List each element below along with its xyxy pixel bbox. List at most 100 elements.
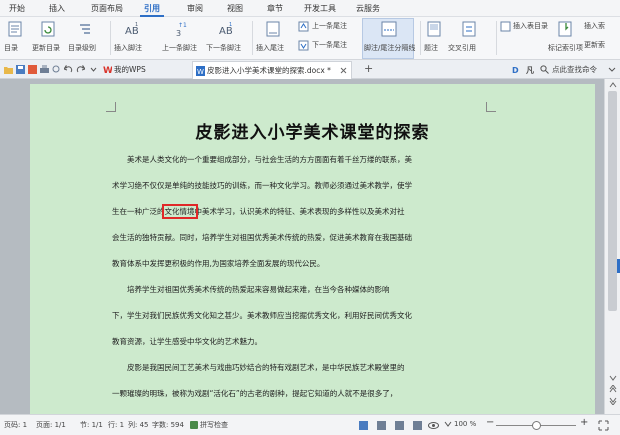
zoom-out-button[interactable]: − [486, 417, 494, 428]
prev-page-icon[interactable] [609, 385, 617, 393]
save-icon[interactable] [16, 65, 25, 74]
zoom-in-button[interactable]: + [580, 417, 588, 428]
paragraph-1: 美术是人类文化的一个重要组成部分，与社会生活的方方面面有着千丝万缕的联系，美 术… [112, 147, 532, 277]
update-toc-button[interactable]: 更新目录 [32, 19, 64, 57]
status-page-count[interactable]: 页面: 1/1 [36, 420, 66, 430]
menu-tab-review[interactable]: 审阅 [184, 2, 206, 15]
scroll-down-icon[interactable] [609, 375, 617, 381]
redo-icon[interactable] [76, 65, 85, 74]
ribbon-separator [252, 21, 253, 55]
page-view-icon[interactable] [376, 420, 387, 431]
document-workspace: 皮影进入小学美术课堂的探索 美术是人类文化的一个重要组成部分，与社会生活的方方面… [0, 79, 620, 414]
document-page[interactable]: 皮影进入小学美术课堂的探索 美术是人类文化的一个重要组成部分，与社会生活的方方面… [30, 84, 595, 414]
close-tab-icon[interactable] [340, 67, 347, 74]
search-dropdown-icon[interactable] [608, 66, 616, 73]
scrollbar-thumb[interactable] [608, 91, 617, 311]
mark-index-entry-label: 标记索引项 [548, 44, 583, 52]
menu-tab-cloud[interactable]: 云服务 [352, 2, 384, 15]
print-preview-icon[interactable] [52, 65, 61, 74]
menu-tab-page-layout[interactable]: 页面布局 [86, 2, 128, 15]
cross-reference-button[interactable]: 交叉引用 [448, 19, 492, 57]
next-footnote-button[interactable]: AB 1 下一条脚注 [206, 19, 246, 57]
page-corner-mark [486, 102, 496, 112]
toc-button[interactable]: 目录 [4, 19, 26, 57]
footnote-separator-button[interactable]: 脚注/尾注分隔线 [362, 18, 415, 59]
full-screen-icon[interactable] [358, 420, 369, 431]
toc-icon [8, 21, 22, 37]
insert-endnote-icon [266, 21, 280, 37]
prev-endnote-label: 上一条尾注 [312, 22, 347, 30]
next-endnote-label: 下一条尾注 [312, 41, 347, 49]
insert-footnote-button[interactable]: AB 1 插入脚注 [114, 19, 150, 57]
svg-text:↑1: ↑1 [178, 22, 187, 29]
tab-my-wps[interactable]: W 我的WPS [100, 61, 190, 79]
toc-level-icon [80, 24, 90, 34]
document-title: 皮影进入小学美术课堂的探索 [195, 123, 430, 143]
svg-text:D: D [512, 66, 519, 74]
paragraph-3: 皮影是我国民间工艺美术与戏曲巧妙结合的特有戏剧艺术，是中华民族艺术殿堂里的 一颗… [112, 355, 532, 407]
insert-index-button[interactable]: 插入索 [584, 20, 620, 34]
wps-logo-icon: W [103, 66, 112, 74]
fit-page-icon[interactable] [598, 420, 609, 431]
wps-writer-window: 开始 插入 页面布局 引用 审阅 视图 章节 开发工具 云服务 目录 更新目录 … [0, 0, 620, 435]
toc-level-label: 目录级别 [68, 44, 96, 52]
zoom-slider-thumb[interactable] [532, 421, 541, 430]
menu-tab-insert[interactable]: 插入 [46, 2, 68, 15]
highlighted-term: 文化情境 [161, 204, 198, 219]
next-page-icon[interactable] [609, 397, 617, 405]
text-line: 美术是人类文化的一个重要组成部分，与社会生活的方方面面有着千丝万缕的联系，美 [112, 155, 412, 164]
tab-document[interactable]: W 皮影进入小学美术课堂的探索.docx * [192, 61, 352, 79]
paragraph-2: 培养学生对祖国优秀美术传统的热爱起来容易做起来难，在当今各种媒体的影响 下，学生… [112, 277, 532, 355]
status-spell-check[interactable]: 拼写检查 [200, 420, 228, 430]
next-endnote-button[interactable]: 下一条尾注 [298, 39, 360, 53]
command-search-input[interactable]: 点此查找命令 [552, 64, 597, 75]
svg-text:3: 3 [176, 29, 181, 37]
status-section: 节: 1/1 [80, 421, 103, 429]
update-index-label: 更新索 [584, 41, 605, 49]
menu-tab-view[interactable]: 视图 [224, 2, 246, 15]
text-line: 下，学生对我们民族优秀文化知之甚少。美术教师应当挖掘优秀文化，利用好民间优秀文化 [112, 311, 412, 320]
undo-icon[interactable] [64, 65, 73, 74]
eye-protection-icon[interactable] [428, 420, 439, 431]
new-tab-button[interactable]: + [364, 62, 373, 75]
mark-index-icon [558, 21, 572, 37]
text-line-with-highlight: 生在一种广泛的文化情境中美术学习，认识美术的特征、美术表现的多样性以及美术对社 [112, 199, 532, 225]
insert-table-of-figures-button[interactable]: 插入表目录 [500, 20, 548, 34]
status-bar: 页码: 1 页面: 1/1 节: 1/1 行: 1 列: 45 字数: 594 … [0, 414, 620, 435]
zoom-level[interactable]: 100 % [454, 420, 476, 428]
text-line: 会生活的独特贡献。同时，培养学生对祖国优秀美术传统的热爱，促进美术教育在我国基础 [112, 233, 412, 242]
status-page-number[interactable]: 页码: 1 [4, 420, 27, 430]
ribbon-separator [496, 21, 497, 55]
update-index-button[interactable]: 更新索 [584, 39, 620, 53]
menu-tab-references[interactable]: 引用 [140, 2, 164, 17]
scroll-up-icon[interactable] [609, 82, 617, 88]
reading-mode-icon[interactable] [412, 420, 423, 431]
caption-icon [427, 21, 441, 37]
next-endnote-icon [298, 40, 309, 51]
chevron-down-icon[interactable] [90, 66, 97, 73]
web-view-icon[interactable] [394, 420, 405, 431]
prev-footnote-button[interactable]: ↑1 3 上一条脚注 [162, 19, 202, 57]
export-pdf-icon[interactable] [28, 65, 37, 74]
mark-index-entry-button[interactable]: 标记索引项 [548, 19, 583, 57]
print-icon[interactable] [40, 65, 49, 74]
menu-tab-home[interactable]: 开始 [6, 2, 28, 15]
insert-endnote-button[interactable]: 插入尾注 [256, 19, 292, 57]
status-word-count[interactable]: 字数: 594 [152, 420, 184, 430]
sort-icon[interactable]: 凡 [526, 65, 535, 74]
caption-button[interactable]: 题注 [424, 19, 444, 57]
next-footnote-icon: AB1 [219, 22, 233, 37]
status-column: 列: 45 [128, 421, 149, 429]
toc-level-button[interactable]: 目录级别 [68, 19, 102, 57]
menu-tab-developer[interactable]: 开发工具 [300, 2, 340, 15]
insert-footnote-label: 插入脚注 [114, 44, 142, 52]
menu-tab-section[interactable]: 章节 [264, 2, 286, 15]
vertical-scrollbar[interactable] [604, 79, 620, 414]
update-toc-icon [41, 21, 55, 37]
text-line: 术学习绝不仅仅是单纯的技能技巧的训练，而一种文化学习。教师必须通过美术教学，使学 [112, 181, 412, 190]
zoom-dropdown-icon[interactable] [444, 420, 452, 428]
prev-endnote-button[interactable]: 上一条尾注 [298, 20, 360, 34]
cross-reference-label: 交叉引用 [448, 44, 476, 52]
cloud-sync-icon[interactable]: D [512, 65, 521, 74]
open-folder-icon[interactable] [4, 65, 13, 74]
